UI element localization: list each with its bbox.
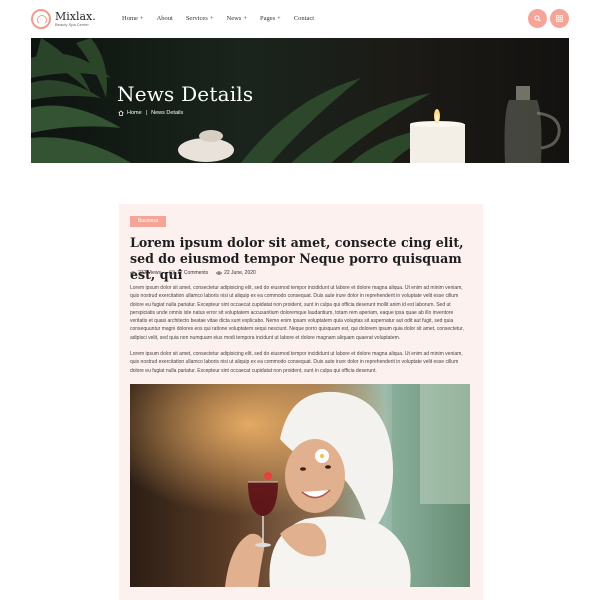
brand-tagline: Beauty Spa Center [55, 22, 89, 27]
article-meta: 232 Views 17 Comments 22 June, 2020 [130, 270, 264, 276]
views-count: 232 Views [130, 270, 161, 276]
eye-icon [216, 271, 223, 275]
main-nav: Home + About Services + News + Pages + Conta… [122, 15, 327, 22]
logo-icon [31, 9, 51, 29]
brand-logo[interactable]: Mixlax. Beauty Spa Center [31, 9, 96, 29]
site-header: Mixlax. Beauty Spa Center Home + About Se… [0, 0, 600, 38]
nav-item-about[interactable]: About [157, 15, 173, 22]
page-title: News Details [117, 82, 254, 106]
article-image [130, 384, 470, 587]
nav-plus-icon: + [243, 15, 247, 22]
comments-count[interactable]: 17 Comments [169, 270, 208, 276]
nav-plus-icon: + [209, 15, 214, 22]
nav-item-contact[interactable]: Contact [294, 15, 314, 22]
article-paragraph: Lorem ipsum dolor sit amet, consectetur … [130, 285, 464, 341]
grid-menu-icon [556, 15, 563, 22]
breadcrumb-current: News Details [151, 110, 184, 116]
nav-plus-icon: + [139, 15, 144, 22]
search-icon [534, 15, 541, 22]
nav-plus-icon: + [277, 15, 281, 22]
article-card: Business Lorem ipsum dolor sit amet, con… [119, 204, 483, 600]
comment-icon [169, 270, 175, 276]
search-button[interactable] [528, 9, 547, 28]
breadcrumb-home-link[interactable]: Home [127, 110, 142, 116]
brand-text: Mixlax. Beauty Spa Center [55, 11, 96, 27]
eye-icon [130, 271, 136, 275]
banner-background-image [31, 38, 561, 163]
nav-item-pages[interactable]: Pages + [260, 15, 281, 22]
breadcrumb: Home | News Details [118, 110, 183, 116]
category-tag[interactable]: Business [130, 216, 167, 227]
breadcrumb-separator: | [145, 110, 148, 116]
home-icon [118, 110, 124, 116]
brand-name: Mixlax. [55, 10, 96, 23]
article-paragraph: Lorem ipsum dolor sit amet, consectetur … [130, 351, 463, 374]
publish-date: 22 June, 2020 [216, 270, 256, 276]
nav-item-news[interactable]: News + [227, 15, 247, 22]
page-banner: News Details Home | News Details [31, 38, 569, 163]
nav-item-services[interactable]: Services + [186, 15, 214, 22]
woman-with-wine-photo [130, 384, 470, 587]
menu-button[interactable] [550, 9, 569, 28]
nav-item-home[interactable]: Home + [122, 15, 144, 22]
